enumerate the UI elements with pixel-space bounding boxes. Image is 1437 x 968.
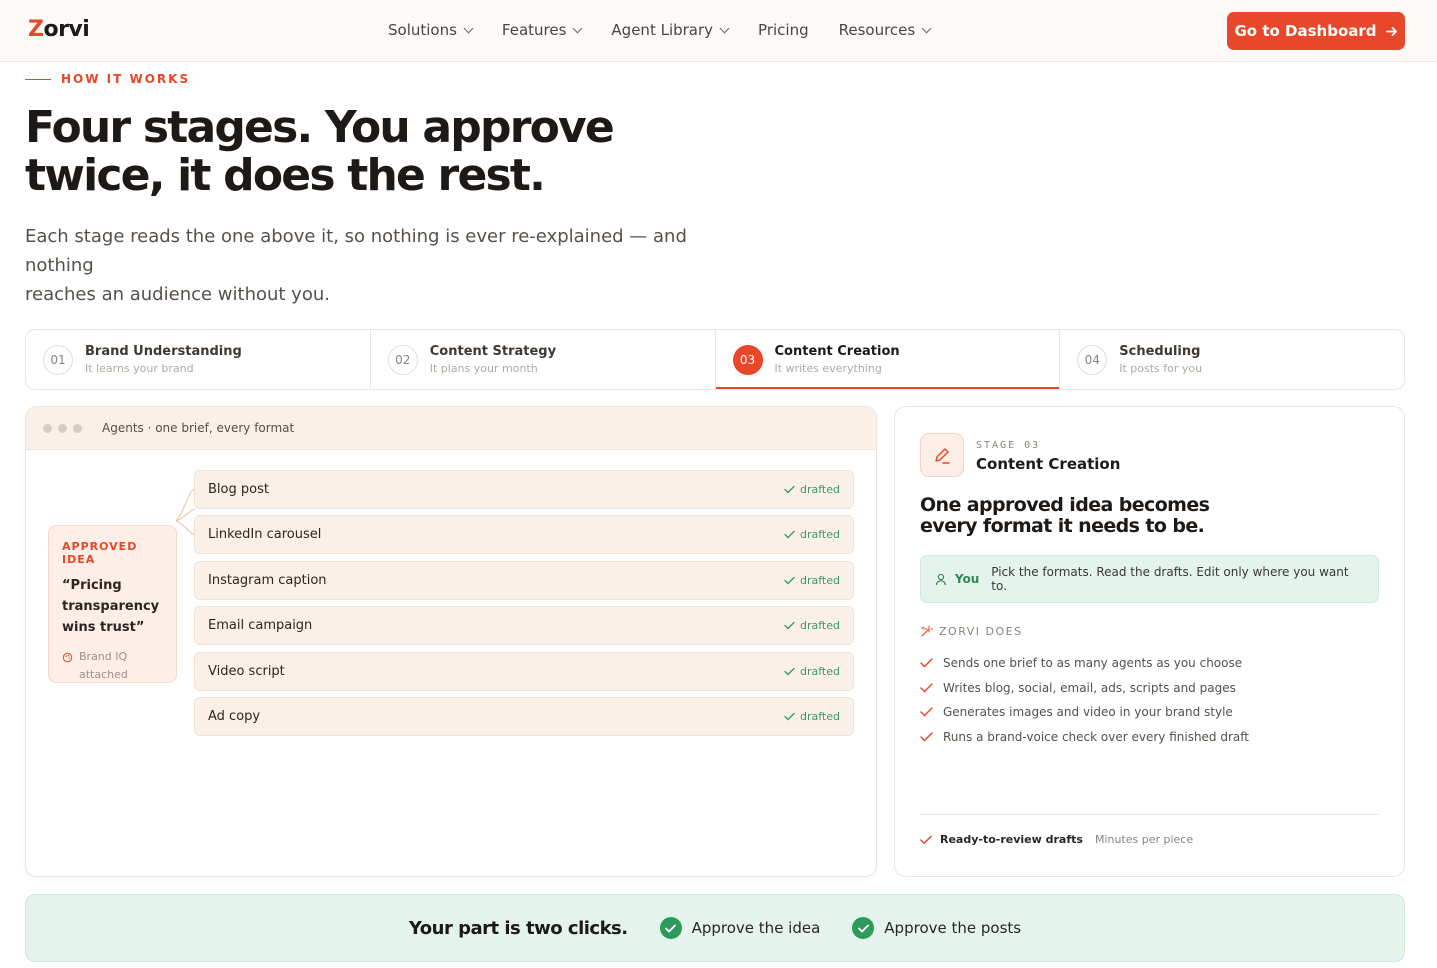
format-status: drafted [784, 574, 840, 587]
stage-headline: One approved idea becomes every format it… [920, 494, 1210, 537]
tab-content-creation[interactable]: 03 Content Creation It writes everything [715, 330, 1061, 389]
your-role-box: You Pick the formats. Read the drafts. E… [920, 555, 1379, 603]
format-item-video-script[interactable]: Video script drafted [194, 651, 854, 691]
check-circle-icon [852, 917, 875, 939]
stage-detail-panel: STAGE 03 Content Creation One approved i… [894, 406, 1405, 877]
approved-idea-caption: APPROVED IDEA [62, 540, 138, 566]
approval-step-idea: Approve the idea [659, 917, 820, 939]
chevron-down-icon [719, 23, 730, 33]
eyebrow-line [25, 78, 51, 80]
agents-panel: Agents · one brief, every format APPROVE… [25, 406, 877, 877]
menu-item-agent-library[interactable]: Agent Library [611, 21, 730, 39]
list-item: Sends one brief to as many agents as you… [920, 651, 1249, 676]
format-item-email-campaign[interactable]: Email campaign drafted [194, 606, 854, 646]
page-title: Four stages. You approve twice, it does t… [25, 102, 615, 201]
stage-number: 04 [1077, 344, 1108, 375]
check-icon [784, 621, 795, 630]
window-dot [58, 423, 67, 433]
stage-tabs: 01 Brand Understanding It learns your bra… [25, 329, 1405, 390]
you-text: Pick the formats. Read the drafts. Edit … [991, 565, 1349, 593]
zorvi-does-caption: ZORVI DOES [920, 625, 1023, 638]
outcome-label: Ready-to-review drafts [940, 833, 1083, 846]
list-item: Runs a brand-voice check over every fini… [920, 725, 1249, 750]
stage-subtitle: It learns your brand [85, 362, 194, 375]
format-status: drafted [784, 619, 840, 632]
section-eyebrow: HOW IT WORKS [25, 72, 190, 86]
tab-scheduling[interactable]: 04 Scheduling It posts for you [1060, 330, 1404, 389]
approved-idea-card: APPROVED IDEA “Pricing transparency wins… [48, 525, 177, 683]
user-icon [935, 573, 946, 585]
format-item-instagram-caption[interactable]: Instagram caption drafted [194, 560, 854, 600]
stage-number: 01 [43, 344, 73, 375]
stage-title: Scheduling [1119, 344, 1201, 359]
list-item: Writes blog, social, email, ads, scripts… [920, 676, 1249, 701]
format-status: drafted [784, 483, 840, 496]
logo[interactable]: Zorvi [28, 17, 90, 42]
check-icon [920, 732, 933, 742]
brief-connectors [176, 488, 196, 536]
menu-item-resources[interactable]: Resources [839, 21, 932, 39]
menu-item-solutions[interactable]: Solutions [388, 21, 474, 39]
stage-title: Brand Understanding [85, 344, 242, 359]
approval-step-posts: Approve the posts [852, 917, 1021, 939]
you-label: You [954, 572, 980, 586]
chevron-down-icon [921, 23, 932, 33]
check-icon [784, 485, 795, 494]
check-circle-icon [659, 917, 682, 939]
stage-subtitle: It posts for you [1119, 362, 1203, 375]
check-icon [920, 658, 933, 668]
list-item: Generates images and video in your brand… [920, 700, 1249, 725]
go-to-dashboard-button[interactable]: Go to Dashboard [1227, 12, 1405, 50]
window-dot [43, 423, 52, 433]
main-menu: Solutions Features Agent Library Pricing… [388, 21, 932, 39]
check-icon [920, 835, 932, 844]
stage-title: Content Strategy [429, 344, 557, 359]
format-item-blog-post[interactable]: Blog post drafted [194, 470, 854, 509]
format-status: drafted [784, 710, 840, 723]
check-icon [784, 667, 795, 676]
palette-icon [62, 652, 73, 663]
check-icon [784, 712, 795, 721]
page-subtitle: Each stage reads the one above it, so no… [25, 226, 687, 305]
check-icon [920, 707, 933, 717]
stage-label: STAGE 03 [976, 440, 1041, 451]
sparkle-wand-icon [921, 625, 933, 637]
tab-brand-understanding[interactable]: 01 Brand Understanding It learns your bra… [26, 330, 371, 389]
format-item-ad-copy[interactable]: Ad copy drafted [194, 696, 854, 736]
outcome-meta: Minutes per piece [1094, 833, 1194, 846]
format-status: drafted [784, 528, 840, 541]
stage-number: 03 [732, 344, 763, 375]
arrow-right-icon [1385, 26, 1397, 36]
tab-content-strategy[interactable]: 02 Content Strategy It plans your month [371, 330, 716, 389]
stage-subtitle: It plans your month [429, 362, 538, 375]
check-icon [784, 576, 795, 585]
stage-number: 02 [387, 344, 418, 375]
stage-outcome: Ready-to-review drafts Minutes per piece [920, 833, 1193, 846]
window-dot [73, 423, 82, 433]
format-list: Blog post drafted LinkedIn carousel draf… [194, 470, 854, 742]
agents-panel-header: Agents · one brief, every format [26, 407, 876, 450]
approved-idea-quote: “Pricing transparency wins trust” [62, 578, 160, 635]
stage-title: Content Creation [774, 344, 900, 359]
chevron-down-icon [572, 23, 583, 33]
brand-iq-attachment: Brand IQ attached [62, 648, 163, 684]
chevron-down-icon [463, 23, 474, 33]
approval-summary-bar: Your part is two clicks. Approve the ide… [25, 894, 1405, 962]
top-nav: Zorvi Solutions Features Agent Library P… [0, 0, 1437, 62]
check-icon [920, 683, 933, 693]
pencil-icon [920, 433, 964, 477]
approval-summary-lead: Your part is two clicks. [408, 917, 628, 939]
menu-item-pricing[interactable]: Pricing [758, 21, 809, 39]
zorvi-does-list: Sends one brief to as many agents as you… [920, 651, 1249, 749]
agents-panel-title: Agents · one brief, every format [102, 421, 295, 435]
stage-subtitle: It writes everything [774, 362, 882, 375]
format-item-linkedin-carousel[interactable]: LinkedIn carousel drafted [194, 515, 854, 555]
check-icon [784, 531, 795, 539]
format-status: drafted [784, 665, 840, 678]
stage-name: Content Creation [976, 455, 1121, 473]
divider [920, 814, 1379, 815]
menu-item-features[interactable]: Features [502, 21, 583, 39]
